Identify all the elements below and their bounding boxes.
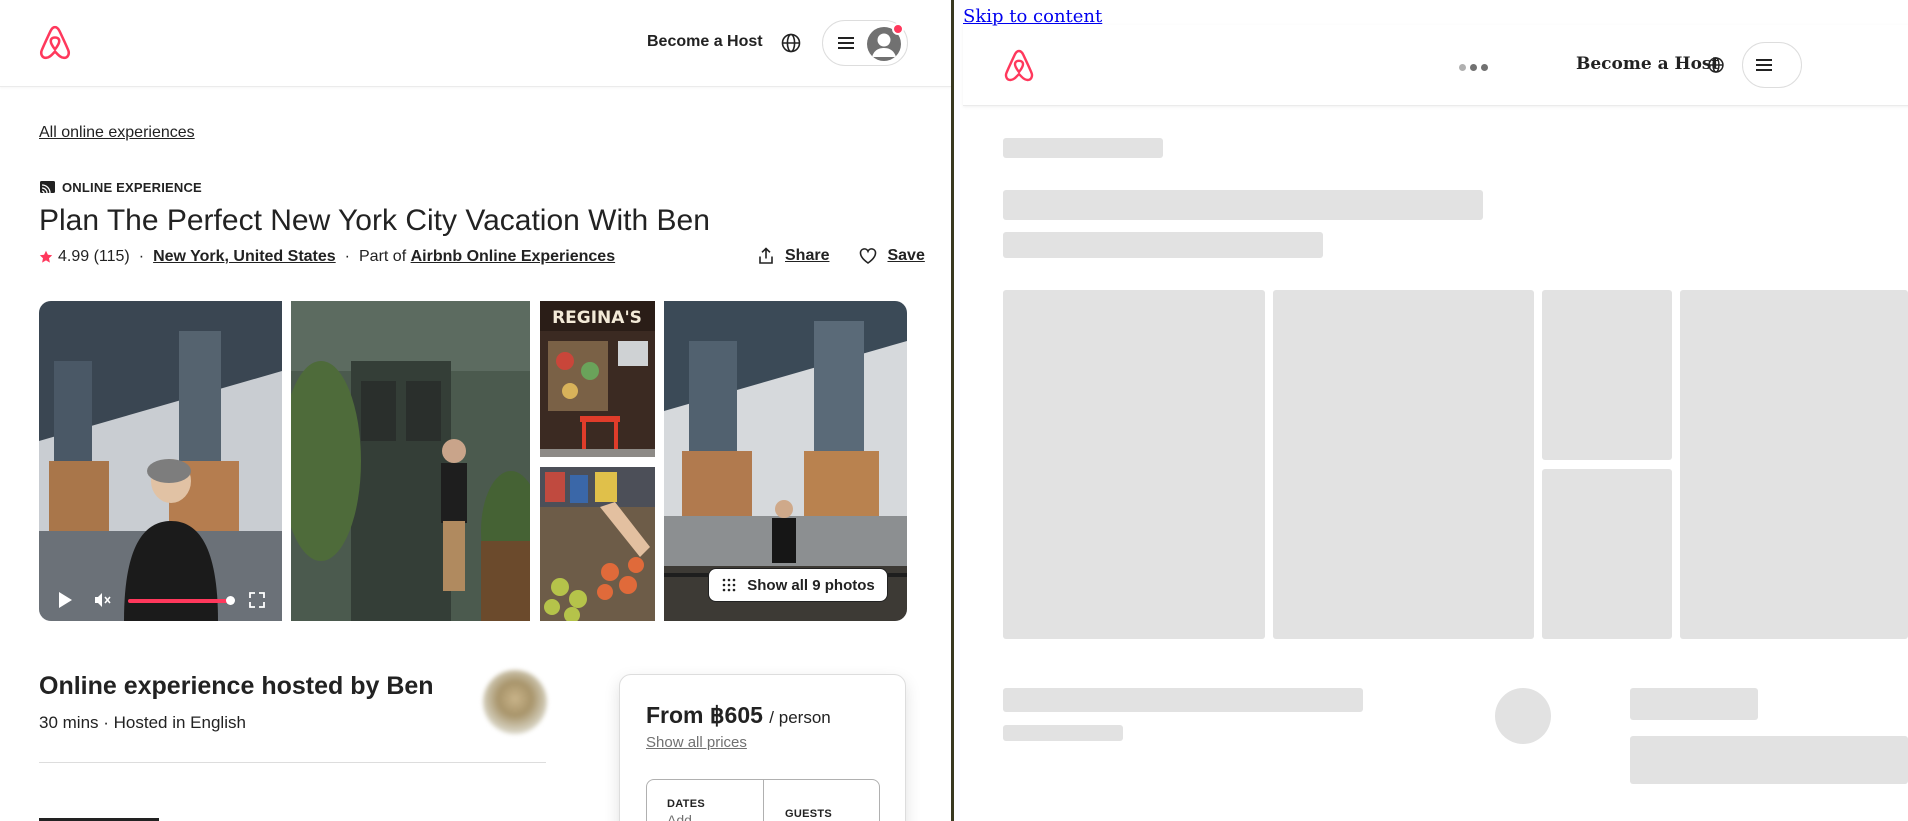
experience-kicker-text: ONLINE EXPERIENCE [62, 180, 202, 195]
airbnb-online-experiences-link[interactable]: Airbnb Online Experiences [411, 248, 616, 266]
video-photo-bridge-ben[interactable] [39, 301, 282, 621]
notification-dot [892, 23, 904, 35]
globe-icon[interactable] [780, 32, 802, 54]
skeleton-photo [1273, 290, 1534, 639]
show-all-prices-link[interactable]: Show all prices [646, 734, 747, 751]
online-experience-icon [40, 181, 55, 194]
section-divider [39, 762, 546, 763]
share-icon [759, 247, 773, 264]
site-header: Become a Host [0, 0, 951, 87]
skeleton-title [1003, 190, 1483, 220]
host-avatar[interactable] [483, 670, 547, 734]
globe-icon[interactable] [1707, 56, 1725, 74]
price-line: From ฿605 / person [646, 702, 831, 729]
skeleton-booking-field [1630, 736, 1908, 784]
skeleton-photo [1680, 290, 1908, 639]
skeleton-price [1630, 688, 1758, 720]
skeleton-photo [1542, 290, 1672, 460]
mute-icon[interactable] [93, 591, 111, 609]
price-from: From ฿605 [646, 702, 763, 728]
price-per: / person [769, 708, 831, 727]
dates-label: DATES [667, 798, 705, 810]
hamburger-menu-icon [1756, 59, 1772, 71]
booking-card: From ฿605 / person Show all prices DATES… [619, 674, 906, 821]
fullscreen-icon[interactable] [248, 591, 266, 609]
star-icon [39, 250, 53, 263]
rating-value: 4.99 [58, 248, 90, 265]
next-section-heading-cutoff [39, 808, 179, 821]
airbnb-logo-icon[interactable] [1003, 49, 1035, 83]
skeleton-details [1003, 725, 1123, 741]
listing-actions: Share Save [757, 247, 925, 265]
video-progress-bar[interactable] [128, 599, 230, 603]
show-all-photos-label: Show all 9 photos [747, 576, 875, 594]
meta-separator: · [138, 248, 145, 265]
location-link[interactable]: New York, United States [153, 248, 336, 266]
become-host-link[interactable]: Become a Host [647, 33, 763, 51]
hamburger-menu-icon [838, 37, 854, 49]
all-online-experiences-link[interactable]: All online experiences [39, 124, 195, 142]
part-of-prefix: Part of [359, 248, 407, 265]
skeleton-photo [1542, 469, 1672, 639]
experience-details: 30 mins · Hosted in English [39, 713, 246, 732]
play-icon[interactable] [57, 591, 73, 609]
show-all-photos-button[interactable]: Show all 9 photos [708, 568, 888, 602]
airbnb-logo-icon[interactable] [38, 25, 72, 61]
experience-title: Plan The Perfect New York City Vacation … [39, 204, 710, 237]
share-label: Share [785, 247, 830, 264]
experience-meta: 4.99 (115) · New York, United States · P… [39, 248, 615, 266]
experience-type-label: ONLINE EXPERIENCE [39, 179, 202, 196]
photo-green-door[interactable] [291, 301, 530, 621]
guests-label: GUESTS [785, 808, 833, 820]
meta-separator: · [344, 248, 350, 265]
profile-menu-button[interactable] [1742, 42, 1802, 88]
skeleton-hosted-heading [1003, 688, 1363, 712]
become-host-link[interactable]: Become a Host [1576, 54, 1719, 74]
right-browser-pane: Skip to content Become a Host [954, 0, 1908, 821]
dates-field[interactable]: DATES Add [647, 780, 764, 821]
photo-produce-market[interactable] [540, 467, 655, 621]
dates-value: Add [667, 812, 692, 821]
dates-guests-picker[interactable]: DATES Add GUESTS [646, 779, 880, 821]
loading-dots-icon [1459, 64, 1488, 71]
heart-icon [860, 248, 877, 264]
loading-site-header: Become a Host [963, 25, 1908, 106]
grid-icon [722, 578, 736, 592]
save-label: Save [887, 247, 925, 264]
left-browser-pane: Become a Host All online experiences ONL… [0, 0, 951, 821]
skeleton-photo [1003, 290, 1265, 639]
save-button[interactable]: Save [859, 247, 925, 265]
skeleton-breadcrumb [1003, 138, 1163, 158]
share-button[interactable]: Share [757, 247, 829, 265]
skeleton-avatar [1495, 688, 1551, 744]
svg-text:REGINA'S: REGINA'S [552, 308, 642, 328]
profile-menu-button[interactable] [822, 20, 908, 66]
video-controls [39, 581, 282, 621]
skeleton-meta [1003, 232, 1323, 258]
hosted-by-heading: Online experience hosted by Ben [39, 672, 434, 700]
skip-to-content-link[interactable]: Skip to content [963, 6, 1102, 27]
photo-reginas-pizzeria[interactable]: REGINA'S [540, 301, 655, 457]
video-progress-knob[interactable] [226, 596, 235, 605]
review-count: (115) [93, 248, 130, 265]
